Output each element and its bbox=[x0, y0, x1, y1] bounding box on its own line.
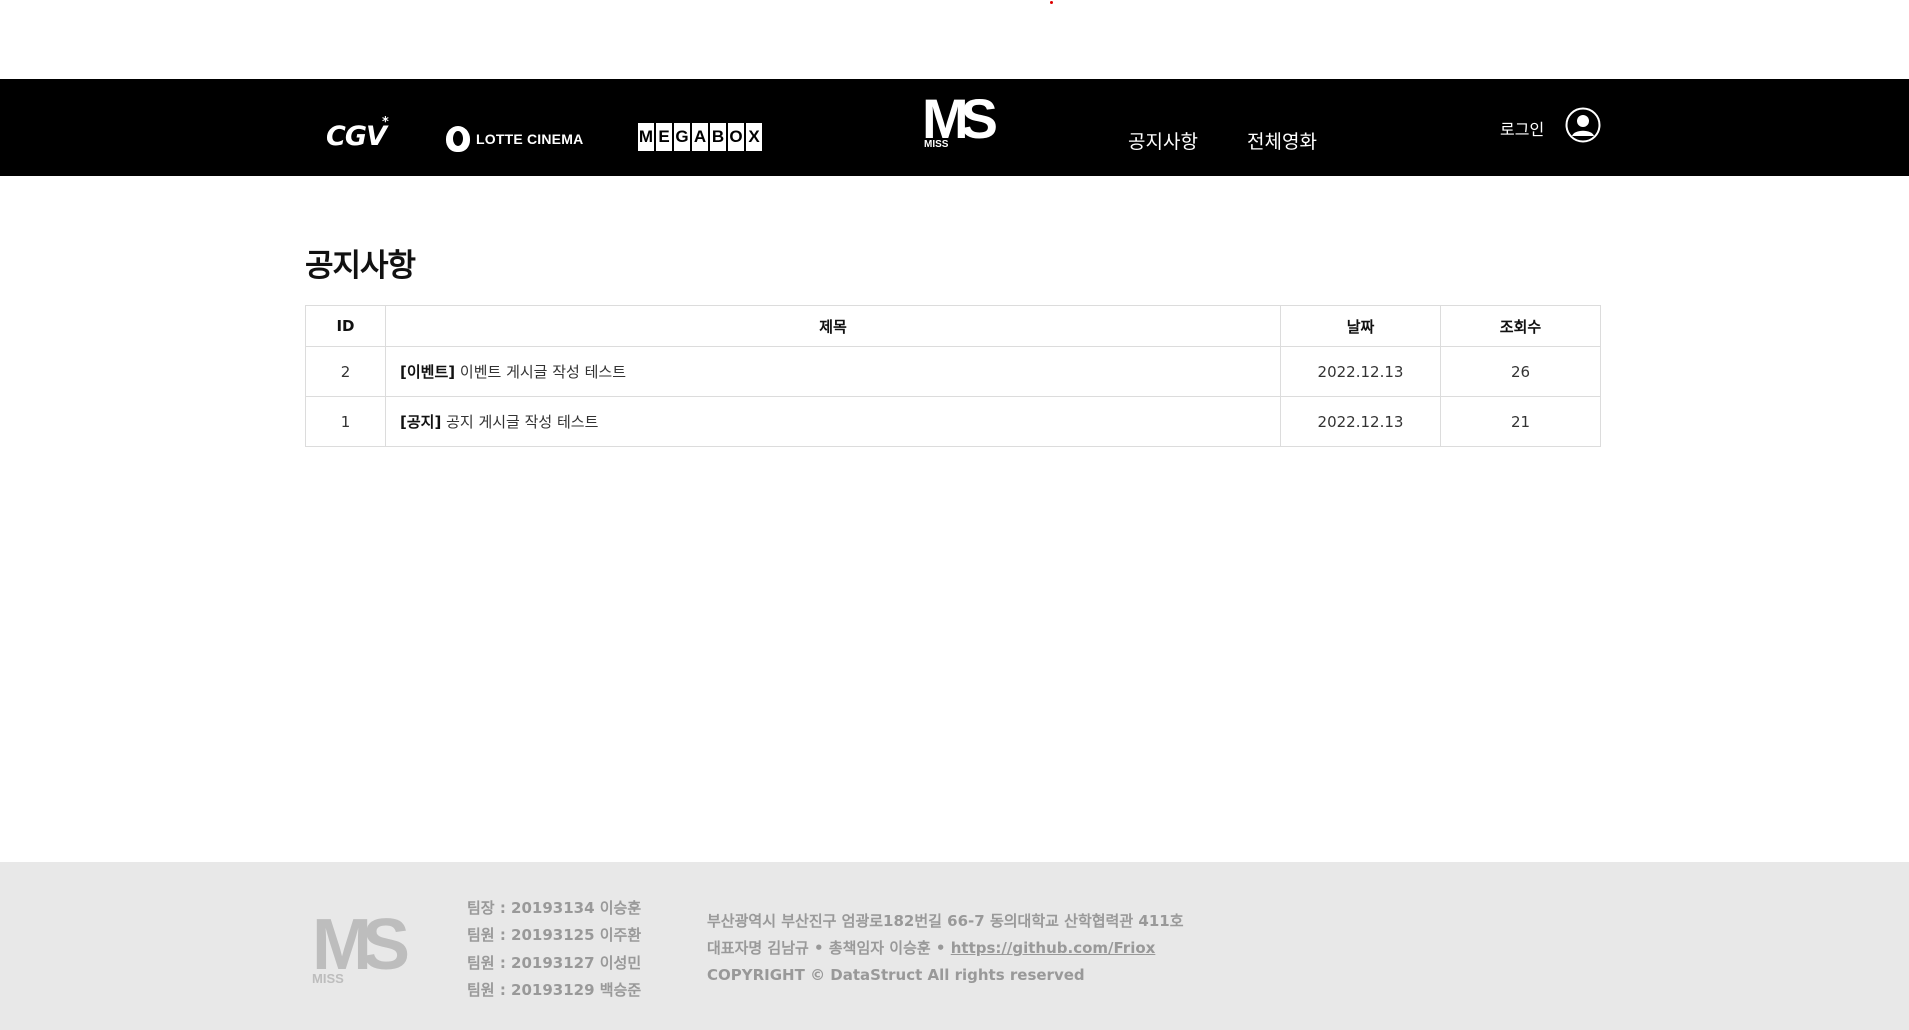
team-members: 팀장 : 20193134 이승훈 팀원 : 20193125 이주환 팀원 :… bbox=[467, 895, 641, 1004]
notice-table: ID 제목 날짜 조회수 2 [이벤트] 이벤트 게시글 작성 테스트 2022… bbox=[305, 305, 1601, 447]
megabox-letter: O bbox=[728, 123, 744, 151]
row-date: 2022.12.13 bbox=[1280, 346, 1441, 397]
row-views: 21 bbox=[1440, 396, 1601, 447]
column-header-views: 조회수 bbox=[1440, 305, 1601, 347]
page-title: 공지사항 bbox=[305, 248, 416, 284]
site-footer: MS MISS 팀장 : 20193134 이승훈 팀원 : 20193125 … bbox=[0, 862, 1909, 1030]
row-title: 이벤트 게시글 작성 테스트 bbox=[459, 363, 627, 381]
lotte-mark-icon bbox=[446, 126, 470, 152]
column-header-title: 제목 bbox=[385, 305, 1281, 347]
row-date: 2022.12.13 bbox=[1280, 396, 1441, 447]
table-header-row: ID 제목 날짜 조회수 bbox=[305, 305, 1601, 347]
site-header: CGV * LOTTE CINEMA M E G A B O X MS MISS… bbox=[0, 79, 1909, 176]
megabox-letter: A bbox=[692, 123, 708, 151]
team-member: 팀원 : 20193127 이성민 bbox=[467, 953, 642, 972]
nav-notice-link[interactable]: 공지사항 bbox=[1128, 127, 1198, 154]
row-id: 1 bbox=[305, 396, 386, 447]
megabox-logo[interactable]: M E G A B O X bbox=[638, 123, 762, 151]
contact-text: 대표자명 김남규 • 총책임자 이승훈 • bbox=[707, 939, 946, 957]
cgv-logo-text: CGV bbox=[326, 121, 387, 152]
row-id: 2 bbox=[305, 346, 386, 397]
cgv-logo[interactable]: CGV * bbox=[326, 115, 389, 152]
team-member: 팀원 : 20193129 백승준 bbox=[467, 980, 642, 999]
nav-movies-link[interactable]: 전체영화 bbox=[1247, 127, 1317, 154]
site-logo[interactable]: MS MISS bbox=[922, 91, 998, 153]
row-title: 공지 게시글 작성 테스트 bbox=[446, 413, 599, 431]
cgv-logo-mark: * bbox=[382, 115, 389, 130]
column-header-id: ID bbox=[305, 305, 386, 347]
table-row[interactable]: 2 [이벤트] 이벤트 게시글 작성 테스트 2022.12.13 26 bbox=[305, 346, 1601, 397]
footer-logo: MS MISS bbox=[312, 909, 410, 987]
megabox-letter: X bbox=[746, 123, 762, 151]
team-member: 팀장 : 20193134 이승훈 bbox=[467, 899, 642, 917]
github-link[interactable]: https://github.com/Friox bbox=[951, 939, 1156, 957]
footer-logo-sub: MISS bbox=[312, 971, 344, 986]
megabox-letter: E bbox=[656, 123, 672, 151]
row-views: 26 bbox=[1440, 346, 1601, 397]
row-title-link[interactable]: [공지] 공지 게시글 작성 테스트 bbox=[385, 396, 1281, 447]
site-logo-sub: MISS bbox=[924, 139, 949, 150]
row-category: [이벤트] bbox=[400, 363, 456, 381]
company-info: 부산광역시 부산진구 엄광로182번길 66-7 동의대학교 산학협력관 411… bbox=[707, 908, 1184, 989]
row-category: [공지] bbox=[400, 413, 442, 431]
user-circle-icon[interactable] bbox=[1565, 107, 1601, 143]
lotte-cinema-logo[interactable]: LOTTE CINEMA bbox=[446, 126, 583, 152]
row-title-link[interactable]: [이벤트] 이벤트 게시글 작성 테스트 bbox=[385, 346, 1281, 397]
megabox-letter: M bbox=[638, 123, 654, 151]
megabox-letter: G bbox=[674, 123, 690, 151]
address-text: 부산광역시 부산진구 엄광로182번길 66-7 동의대학교 산학협력관 411… bbox=[707, 912, 1184, 930]
lotte-logo-text: LOTTE CINEMA bbox=[476, 131, 584, 147]
contact-line: 대표자명 김남규 • 총책임자 이승훈 • https://github.com… bbox=[707, 935, 1184, 962]
table-row[interactable]: 1 [공지] 공지 게시글 작성 테스트 2022.12.13 21 bbox=[305, 396, 1601, 447]
login-link[interactable]: 로그인 bbox=[1500, 116, 1544, 140]
team-member: 팀원 : 20193125 이주환 bbox=[467, 926, 642, 945]
indicator-dot bbox=[1050, 1, 1053, 4]
megabox-letter: B bbox=[710, 123, 726, 151]
copyright-text: COPYRIGHT © DataStruct All rights reserv… bbox=[707, 966, 1085, 984]
column-header-date: 날짜 bbox=[1280, 305, 1441, 347]
